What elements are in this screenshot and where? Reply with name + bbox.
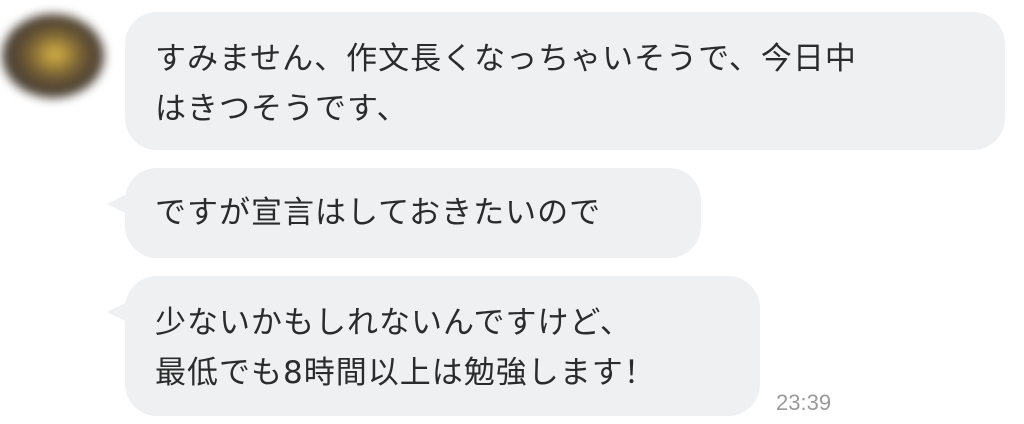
message-text-line: 少ないかもしれないんですけど、: [155, 305, 632, 341]
avatar[interactable]: [2, 14, 104, 98]
message-bubble[interactable]: 少ないかもしれないんですけど、 最低でも8時間以上は勉強します！: [107, 276, 760, 416]
message-bubble[interactable]: ですが宣言はしておきたいので: [107, 168, 701, 258]
message-text-line: ですが宣言はしておきたいので: [155, 195, 602, 231]
message-text-line: すみません、作文長くなっちゃいそうで、今日中: [155, 41, 857, 77]
message-text-line: 最低でも8時間以上は勉強します！: [155, 355, 656, 391]
message-timestamp: 23:39: [776, 390, 832, 415]
message-text-line: はきつそうです、: [155, 91, 409, 127]
message-bubble[interactable]: すみません、作文長くなっちゃいそうで、今日中 はきつそうです、: [125, 12, 1005, 150]
